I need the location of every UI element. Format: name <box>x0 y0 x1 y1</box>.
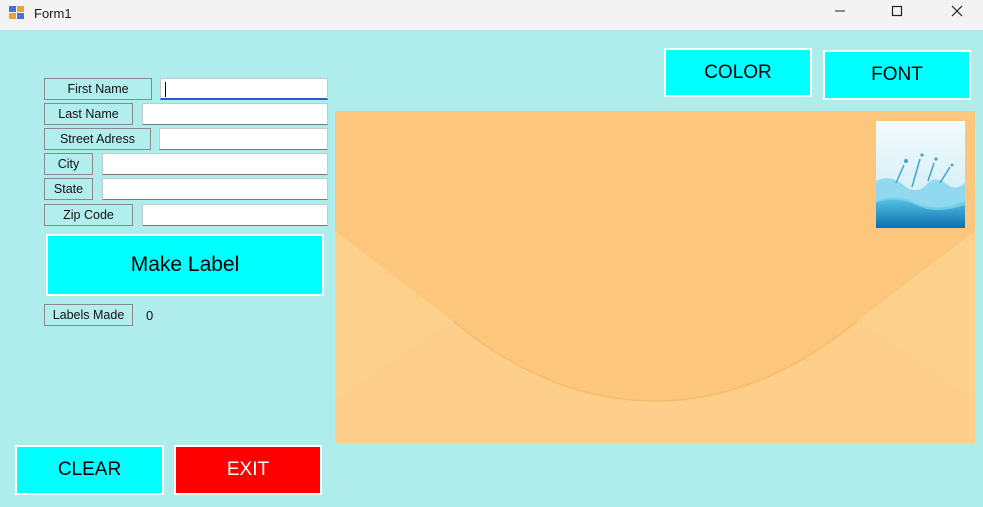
city-field[interactable] <box>102 153 328 175</box>
first-name-field[interactable] <box>160 78 328 100</box>
exit-button[interactable]: EXIT <box>174 445 322 495</box>
zip-code-label: Zip Code <box>44 204 133 226</box>
state-field[interactable] <box>102 178 328 200</box>
minimize-icon <box>835 10 845 12</box>
zip-code-field[interactable] <box>142 204 328 226</box>
street-address-field[interactable] <box>159 128 328 150</box>
labels-made-count: 0 <box>146 308 154 323</box>
street-address-label: Street Adress <box>44 128 151 150</box>
app-icon <box>9 6 25 20</box>
maximize-icon <box>891 5 903 17</box>
clear-button[interactable]: CLEAR <box>15 445 164 495</box>
form-client-area: First Name Last Name Street Adress City … <box>0 30 983 507</box>
close-icon <box>951 5 963 17</box>
text-caret <box>165 82 166 98</box>
minimize-button[interactable] <box>817 0 863 26</box>
window-title: Form1 <box>34 6 72 21</box>
stamp-image <box>876 121 965 228</box>
font-button[interactable]: FONT <box>823 50 971 100</box>
make-label-button[interactable]: Make Label <box>46 234 324 296</box>
city-label: City <box>44 153 93 175</box>
color-button[interactable]: COLOR <box>664 48 812 97</box>
last-name-field[interactable] <box>142 103 328 125</box>
envelope-preview <box>335 111 975 443</box>
close-button[interactable] <box>934 0 980 26</box>
water-splash-image <box>876 121 965 228</box>
first-name-label: First Name <box>44 78 152 100</box>
title-bar: Form1 <box>0 0 983 30</box>
last-name-label: Last Name <box>44 103 133 125</box>
state-label: State <box>44 178 93 200</box>
labels-made-label: Labels Made <box>44 304 133 326</box>
maximize-button[interactable] <box>874 0 920 26</box>
